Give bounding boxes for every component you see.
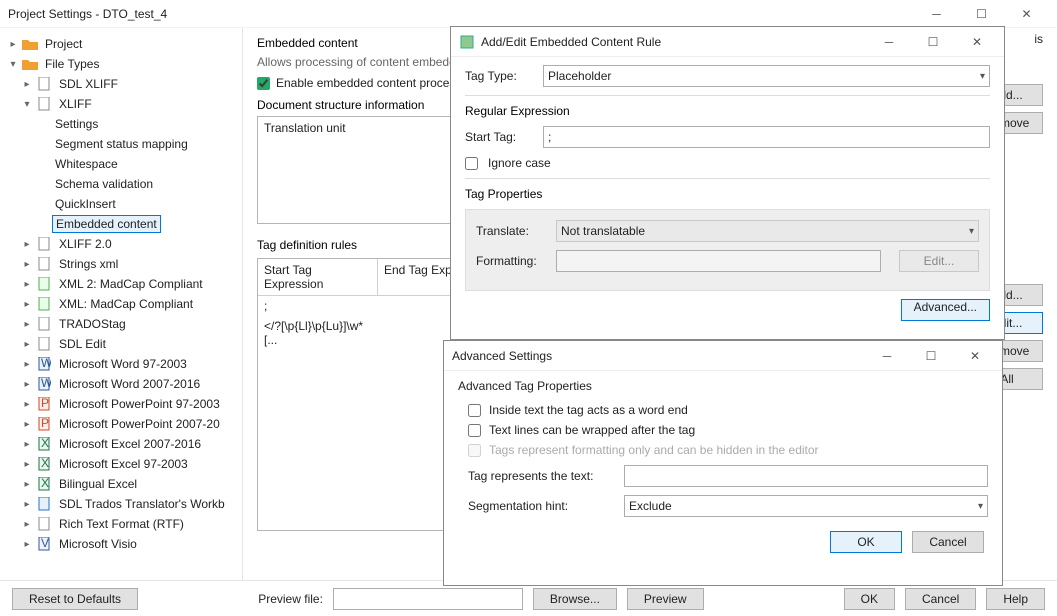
tag-row-1[interactable]: ;: [258, 296, 378, 316]
dlg2-maximize-button[interactable]: ☐: [912, 341, 950, 371]
browse-button[interactable]: Browse...: [533, 588, 617, 610]
tree-settings[interactable]: Settings: [52, 116, 101, 132]
dlg2-close-button[interactable]: ✕: [956, 341, 994, 371]
enable-embedded-checkbox[interactable]: [257, 77, 270, 90]
tree-rtf[interactable]: Rich Text Format (RTF): [56, 516, 187, 532]
tree-xl07[interactable]: Microsoft Excel 2007-2016: [56, 436, 204, 452]
tree-segstatus[interactable]: Segment status mapping: [52, 136, 191, 152]
dlg2-ok-button[interactable]: OK: [830, 531, 902, 553]
tree-xml2[interactable]: XML 2: MadCap Compliant: [56, 276, 206, 292]
dlg2-minimize-button[interactable]: ─: [868, 341, 906, 371]
tree-schema[interactable]: Schema validation: [52, 176, 156, 192]
dlg2-cancel-button[interactable]: Cancel: [912, 531, 984, 553]
advanced-settings-dialog: Advanced Settings ─ ☐ ✕ Advanced Tag Pro…: [443, 340, 1003, 586]
formatting-only-label: Tags represent formatting only and can b…: [489, 443, 819, 457]
close-button[interactable]: ✕: [1004, 0, 1049, 28]
ignorecase-label: Ignore case: [488, 156, 551, 170]
navigation-tree[interactable]: ▸Project ▾File Types ▸SDL XLIFF ▾XLIFF S…: [0, 28, 243, 580]
tagprops-group-label: Tag Properties: [465, 187, 990, 201]
tree-embedded[interactable]: Embedded content: [52, 215, 161, 233]
formatting-only-checkbox: [468, 444, 481, 457]
tree-word07[interactable]: Microsoft Word 2007-2016: [56, 376, 203, 392]
formatting-label: Formatting:: [476, 254, 546, 268]
tagtype-label: Tag Type:: [465, 69, 533, 83]
wrap-after-checkbox[interactable]: [468, 424, 481, 437]
tree-bilxl[interactable]: Bilingual Excel: [56, 476, 140, 492]
starttag-input[interactable]: [543, 126, 990, 148]
tree-xliff2[interactable]: XLIFF 2.0: [56, 236, 115, 252]
tree-project[interactable]: Project: [42, 36, 85, 52]
starttag-label: Start Tag:: [465, 130, 533, 144]
ok-button[interactable]: OK: [844, 588, 895, 610]
chevron-down-icon: ▾: [978, 501, 983, 512]
svg-text:P: P: [41, 397, 49, 410]
chevron-down-icon: ▾: [980, 71, 985, 82]
preview-file-input[interactable]: [333, 588, 523, 610]
regex-group-label: Regular Expression: [465, 104, 990, 118]
translate-select: Not translatable▾: [556, 220, 979, 242]
seghint-select[interactable]: Exclude▾: [624, 495, 988, 517]
note-text: is: [1034, 32, 1043, 46]
col-start[interactable]: Start Tag Expression: [258, 259, 378, 295]
dlg1-close-button[interactable]: ✕: [958, 27, 996, 57]
main-titlebar: Project Settings - DTO_test_4 ─ ☐ ✕: [0, 0, 1057, 28]
tree-word97[interactable]: Microsoft Word 97-2003: [56, 356, 190, 372]
help-button[interactable]: Help: [986, 588, 1045, 610]
svg-text:X: X: [41, 477, 49, 490]
cancel-button[interactable]: Cancel: [905, 588, 976, 610]
word-end-label: Inside text the tag acts as a word end: [489, 403, 688, 417]
word-end-checkbox[interactable]: [468, 404, 481, 417]
dlg1-maximize-button[interactable]: ☐: [914, 27, 952, 57]
ignorecase-checkbox[interactable]: [465, 157, 478, 170]
tree-sdledit[interactable]: SDL Edit: [56, 336, 109, 352]
svg-text:X: X: [41, 437, 49, 450]
dlg2-title: Advanced Settings: [452, 349, 552, 363]
preview-file-label: Preview file:: [258, 592, 323, 606]
svg-text:P: P: [41, 417, 49, 430]
tree-sdlxliff[interactable]: SDL XLIFF: [56, 76, 121, 92]
tree-xliff[interactable]: XLIFF: [56, 96, 95, 112]
advanced-button[interactable]: Advanced...: [901, 299, 990, 321]
tagtype-select[interactable]: Placeholder▾: [543, 65, 990, 87]
svg-text:V: V: [41, 537, 49, 550]
tagrep-input[interactable]: [624, 465, 988, 487]
tree-sdlwb[interactable]: SDL Trados Translator's Workb: [56, 496, 228, 512]
seghint-label: Segmentation hint:: [468, 499, 614, 513]
tree-filetypes[interactable]: File Types: [42, 56, 102, 72]
tree-quickinsert[interactable]: QuickInsert: [52, 196, 119, 212]
tree-pp97[interactable]: Microsoft PowerPoint 97-2003: [56, 396, 223, 412]
dialog-icon: [459, 34, 475, 50]
tree-pp07[interactable]: Microsoft PowerPoint 2007-20: [56, 416, 223, 432]
formatting-input: [556, 250, 881, 272]
enable-embedded-label: Enable embedded content processing: [276, 76, 477, 90]
svg-text:W: W: [41, 377, 51, 390]
dlg1-minimize-button[interactable]: ─: [870, 27, 908, 57]
translate-label: Translate:: [476, 224, 546, 238]
tree-xml[interactable]: XML: MadCap Compliant: [56, 296, 196, 312]
preview-button[interactable]: Preview: [627, 588, 704, 610]
tagrep-label: Tag represents the text:: [468, 469, 614, 483]
tree-whitespace[interactable]: Whitespace: [52, 156, 121, 172]
tree-xl97[interactable]: Microsoft Excel 97-2003: [56, 456, 191, 472]
add-edit-rule-dialog: Add/Edit Embedded Content Rule ─ ☐ ✕ Tag…: [450, 26, 1005, 340]
tree-visio[interactable]: Microsoft Visio: [56, 536, 140, 552]
tree-strings[interactable]: Strings xml: [56, 256, 121, 272]
minimize-button[interactable]: ─: [914, 0, 959, 28]
reset-defaults-button[interactable]: Reset to Defaults: [12, 588, 138, 610]
formatting-edit-button: Edit...: [899, 250, 979, 272]
tag-row-2[interactable]: </?[\p{Ll}\p{Lu}]\w*[...: [258, 316, 378, 350]
adv-heading: Advanced Tag Properties: [458, 379, 988, 393]
tree-trados[interactable]: TRADOStag: [56, 316, 129, 332]
wrap-after-label: Text lines can be wrapped after the tag: [489, 423, 695, 437]
svg-text:W: W: [41, 357, 51, 370]
window-title: Project Settings - DTO_test_4: [8, 7, 167, 21]
dialog-title: Add/Edit Embedded Content Rule: [481, 35, 661, 49]
svg-text:X: X: [41, 457, 49, 470]
maximize-button[interactable]: ☐: [959, 0, 1004, 28]
chevron-down-icon: ▾: [969, 226, 974, 237]
